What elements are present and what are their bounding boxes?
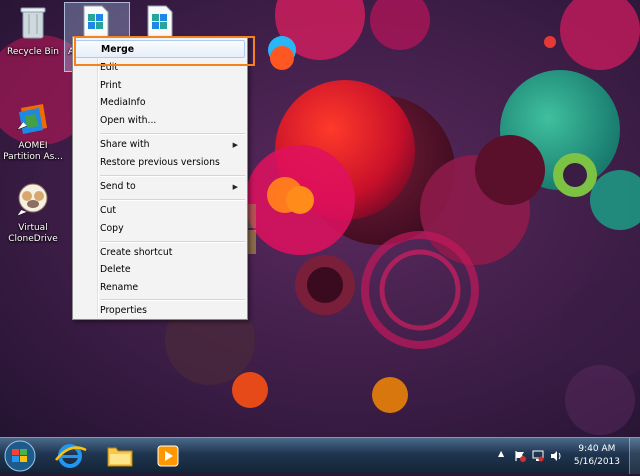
menu-item-label: Rename <box>100 282 139 293</box>
menu-item-merge[interactable]: Merge <box>75 40 245 58</box>
menu-item-restore-previous-versions[interactable]: Restore previous versions <box>75 154 245 172</box>
menu-separator <box>100 299 245 301</box>
menu-separator <box>100 241 245 243</box>
menu-item-mediainfo[interactable]: MediaInfo <box>75 94 245 112</box>
menu-item-label: Create shortcut <box>100 247 173 258</box>
clock-time: 9:40 AM <box>578 444 616 454</box>
show-hidden-icons-button[interactable]: ▲ <box>498 449 504 458</box>
sheep-icon <box>16 183 48 217</box>
context-menu: Merge Edit Print MediaInfo Open with... … <box>72 36 248 320</box>
action-center-flag-icon[interactable] <box>514 450 526 462</box>
menu-separator <box>100 175 245 177</box>
show-desktop-button[interactable] <box>629 438 640 474</box>
menu-separator <box>100 133 245 135</box>
clock[interactable]: 9:40 AM 5/16/2013 <box>574 443 620 469</box>
menu-item-share-with[interactable]: Share with ▶ <box>75 136 245 154</box>
menu-item-copy[interactable]: Copy <box>75 220 245 238</box>
desktop-icon-label: Virtual CloneDrive <box>8 223 58 244</box>
menu-item-label: Send to <box>100 181 136 192</box>
desktop-icon-aomei[interactable]: AOMEI Partition As... <box>0 100 66 163</box>
system-tray: ▲ 9:40 AM 5/16/2013 <box>490 438 640 474</box>
network-icon[interactable] <box>532 450 544 462</box>
start-button[interactable] <box>0 439 40 473</box>
menu-item-label: Merge <box>101 44 135 55</box>
menu-item-open-with[interactable]: Open with... <box>75 112 245 130</box>
media-player-icon <box>157 445 179 467</box>
menu-item-rename[interactable]: Rename <box>75 279 245 297</box>
menu-item-label: Edit <box>100 62 119 73</box>
desktop-icon-label: AOMEI Partition As... <box>3 141 63 162</box>
menu-item-cut[interactable]: Cut <box>75 202 245 220</box>
aomei-partition-icon <box>16 104 47 134</box>
desktop[interactable]: Recycle Bin AOMEI Partition As... Virtua… <box>0 0 640 437</box>
menu-item-label: MediaInfo <box>100 97 146 108</box>
menu-item-label: Restore previous versions <box>100 157 220 168</box>
desktop-icon-label: Recycle Bin <box>7 47 59 57</box>
menu-item-create-shortcut[interactable]: Create shortcut <box>75 244 245 262</box>
menu-item-label: Print <box>100 80 122 91</box>
menu-item-label: Open with... <box>100 115 157 126</box>
desktop-icon-recycle-bin[interactable]: Recycle Bin <box>0 4 66 58</box>
taskbar-media-player-button[interactable] <box>146 440 190 472</box>
menu-item-edit[interactable]: Edit <box>75 59 245 77</box>
submenu-arrow-icon: ▶ <box>232 183 238 191</box>
menu-item-label: Cut <box>100 205 117 216</box>
taskbar: ▲ 9:40 AM 5/16/2013 <box>0 437 640 474</box>
submenu-arrow-icon: ▶ <box>232 141 238 149</box>
menu-item-send-to[interactable]: Send to ▶ <box>75 178 245 196</box>
internet-explorer-icon <box>55 444 87 468</box>
menu-item-label: Delete <box>100 264 131 275</box>
menu-item-print[interactable]: Print <box>75 77 245 95</box>
menu-item-label: Properties <box>100 305 147 316</box>
clock-date: 5/16/2013 <box>573 457 620 467</box>
windows-logo-icon <box>4 440 36 472</box>
recycle-bin-icon <box>20 7 46 39</box>
menu-separator <box>100 199 245 201</box>
folder-icon <box>107 447 133 467</box>
volume-icon[interactable] <box>550 450 562 462</box>
desktop-icon-virtual-clonedrive[interactable]: Virtual CloneDrive <box>0 180 66 245</box>
menu-item-label: Copy <box>100 223 124 234</box>
taskbar-ie-button[interactable] <box>48 440 92 472</box>
menu-item-label: Share with <box>100 139 150 150</box>
taskbar-explorer-button[interactable] <box>98 440 142 472</box>
menu-item-delete[interactable]: Delete <box>75 261 245 279</box>
registry-file-icon <box>83 5 109 39</box>
registry-file-icon <box>147 5 173 39</box>
menu-item-properties[interactable]: Properties <box>75 302 245 320</box>
